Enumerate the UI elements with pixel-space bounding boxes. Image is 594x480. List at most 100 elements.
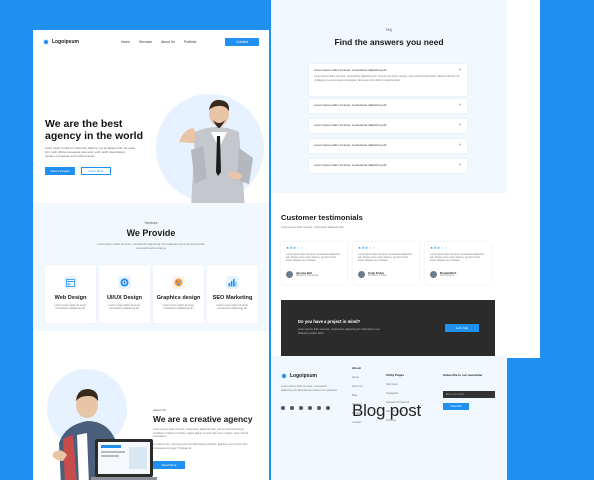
- testimonial-text: Lorem ipsum dolor sit amet, consectetur …: [286, 253, 340, 263]
- faq-footer-mockup: FAQ Find the answers you need Lorem ipsu…: [271, 0, 507, 480]
- social-links: [281, 406, 330, 410]
- facebook-icon[interactable]: [281, 406, 285, 410]
- testimonial-role: Web Designer: [440, 275, 455, 277]
- service-cards: Web Design Lorem ipsum dolor sit amet, c…: [45, 265, 258, 323]
- man-with-laptop-image: [53, 389, 157, 480]
- service-card-text: Lorem ipsum dolor sit amet, consectetur …: [108, 304, 141, 311]
- start-project-button[interactable]: Start a Project: [45, 167, 75, 175]
- chevron-down-icon[interactable]: ˅: [459, 162, 461, 167]
- faq-question: Lorem ipsum dolor sit amet, consectetur …: [314, 143, 388, 147]
- nav-link-services[interactable]: Services: [139, 40, 152, 44]
- service-card-seo-marketing[interactable]: SEO Marketing Lorem ipsum dolor sit amet…: [207, 265, 258, 323]
- project-cta-banner: Do you have a project in mind? Lorem ips…: [281, 300, 495, 356]
- testimonial-role: Marketing Coordinator: [296, 275, 319, 277]
- service-card-text: Lorem ipsum dolor sit amet, consectetur …: [54, 304, 87, 311]
- footer-column-heading: About: [352, 366, 361, 370]
- youtube-icon[interactable]: [317, 406, 321, 410]
- nav-link-home[interactable]: Home: [121, 40, 130, 44]
- logo-text: Logoipsum: [290, 373, 317, 379]
- faq-question: Lorem ipsum dolor sit amet, consectetur …: [314, 163, 388, 167]
- chevron-down-icon[interactable]: ˅: [459, 122, 461, 127]
- navbar: Logoipsum Home Services About Us Portfol…: [33, 30, 269, 54]
- about-kicker: About US: [153, 408, 166, 412]
- linkedin-icon[interactable]: [308, 406, 312, 410]
- service-card-title: Web Design: [54, 295, 87, 301]
- faq-item[interactable]: Lorem ipsum dolor sit amet, consectetur …: [309, 119, 467, 133]
- logo-icon: [43, 39, 49, 45]
- faq-question: Lorem ipsum dolor sit amet, consectetur …: [314, 68, 388, 72]
- testimonials-section: Customer testimonials Lorem ipsum dolor …: [271, 193, 507, 293]
- faq-item[interactable]: Lorem ipsum dolor sit amet, consectetur …: [309, 139, 467, 153]
- uiux-design-icon: [118, 276, 131, 289]
- footer-description: Lorem ipsum dolor sit amet, consectetur …: [281, 385, 338, 392]
- cta-title: Do you have a project in mind?: [298, 319, 361, 324]
- contact-button[interactable]: Contact: [225, 38, 259, 46]
- faq-section: FAQ Find the answers you need Lorem ipsu…: [271, 0, 507, 193]
- nav-link-portfolio[interactable]: Portfolio: [184, 40, 196, 44]
- faq-title: Find the answers you need: [334, 37, 444, 47]
- footer-column-heading: Utility Pages: [386, 373, 405, 377]
- footer-link-contact[interactable]: Contact: [352, 421, 363, 424]
- avatar: [286, 271, 293, 278]
- service-card-uiux-design[interactable]: UI/UX Design Lorem ipsum dolor sit amet,…: [99, 265, 150, 323]
- services-section: Services We Provide Lorem ipsum dolor si…: [33, 203, 269, 331]
- twitter-icon[interactable]: [290, 406, 294, 410]
- blog-post-overlay-text: Blog post: [352, 401, 422, 420]
- faq-item-open[interactable]: Lorem ipsum dolor sit amet, consectetur …: [309, 64, 467, 96]
- avatar: [358, 271, 365, 278]
- newsletter-heading: Subscribe to our newsletter: [443, 373, 483, 377]
- lets-talk-button[interactable]: Let's Talk: [445, 324, 479, 332]
- faq-item[interactable]: Lorem ipsum dolor sit amet, consectetur …: [309, 159, 467, 173]
- chevron-down-icon[interactable]: ˅: [459, 102, 461, 107]
- faq-answer: Lorem ipsum dolor sit amet, consectetur …: [314, 75, 460, 82]
- service-card-graphics-design[interactable]: Graphics design Lorem ipsum dolor sit am…: [153, 265, 204, 323]
- about-text-1: Lorem ipsum dolor sit amet, consectetur …: [153, 428, 249, 439]
- testimonial-text: Lorem ipsum dolor sit amet, consectetur …: [430, 253, 484, 263]
- footer-link-blog[interactable]: Blog: [352, 394, 363, 397]
- testimonials-title: Customer testimonials: [281, 213, 363, 222]
- nav-links: Home Services About Us Portfolio: [121, 40, 196, 44]
- footer-link-about[interactable]: About Us: [352, 385, 363, 388]
- footer-link-styleguide[interactable]: Styleguide: [386, 392, 409, 395]
- testimonial-card: ★★★★★ Lorem ipsum dolor sit amet, consec…: [425, 242, 491, 284]
- instagram-icon[interactable]: [299, 406, 303, 410]
- footer-logo[interactable]: Logoipsum: [281, 373, 317, 379]
- footer: Logoipsum Lorem ipsum dolor sit amet, co…: [271, 356, 507, 480]
- newsletter: Subscribe to our newsletter Enter your e…: [443, 373, 503, 410]
- faq-kicker: FAQ: [385, 28, 393, 32]
- testimonial-card: ★★★★★ Lorem ipsum dolor sit amet, consec…: [281, 242, 347, 284]
- avatar: [430, 271, 437, 278]
- service-card-web-design[interactable]: Web Design Lorem ipsum dolor sit amet, c…: [45, 265, 96, 323]
- about-section: About US We are a creative agency Lorem …: [33, 331, 269, 480]
- faq-question: Lorem ipsum dolor sit amet, consectetur …: [314, 123, 388, 127]
- nav-link-about[interactable]: About Us: [161, 40, 175, 44]
- footer-link-start-here[interactable]: Start Here: [386, 383, 409, 386]
- graphics-design-icon: [172, 276, 185, 289]
- learn-more-button[interactable]: Learn More: [81, 167, 111, 175]
- rating-stars: ★★★★★: [430, 246, 448, 250]
- dribbble-icon[interactable]: [326, 406, 330, 410]
- faq-question: Lorem ipsum dolor sit amet, consectetur …: [314, 103, 388, 107]
- hero-text: Amet minim mollit non deserunt ullamco e…: [45, 146, 135, 158]
- seo-marketing-icon: [226, 276, 239, 289]
- back-sheet: [507, 0, 540, 358]
- newsletter-email-input[interactable]: Enter your email: [443, 391, 495, 398]
- faq-item[interactable]: Lorem ipsum dolor sit amet, consectetur …: [309, 99, 467, 113]
- services-kicker: Services: [144, 221, 158, 225]
- subscribe-button[interactable]: Subscribe: [443, 403, 469, 410]
- web-design-icon: [64, 276, 77, 289]
- footer-link-home[interactable]: Home: [352, 376, 363, 379]
- testimonial-card: ★★★★★ Lorem ipsum dolor sit amet, consec…: [353, 242, 419, 284]
- cta-text: Lorem ipsum dolor sit amet, consectetur …: [298, 328, 380, 335]
- logo-icon: [281, 373, 287, 379]
- chevron-up-icon[interactable]: ˄: [459, 67, 461, 72]
- read-more-button[interactable]: Read More: [153, 461, 185, 469]
- testimonial-role: President of Sales: [368, 275, 387, 277]
- service-card-title: SEO Marketing: [212, 295, 253, 301]
- service-card-title: Graphics design: [156, 295, 201, 301]
- chevron-down-icon[interactable]: ˅: [459, 142, 461, 147]
- logo[interactable]: Logoipsum: [43, 39, 79, 45]
- service-card-text: Lorem ipsum dolor sit amet, consectetur …: [162, 304, 195, 311]
- about-title: We are a creative agency: [153, 414, 253, 424]
- services-subtitle: Lorem ipsum dolor sit amet, consectetur …: [97, 242, 205, 250]
